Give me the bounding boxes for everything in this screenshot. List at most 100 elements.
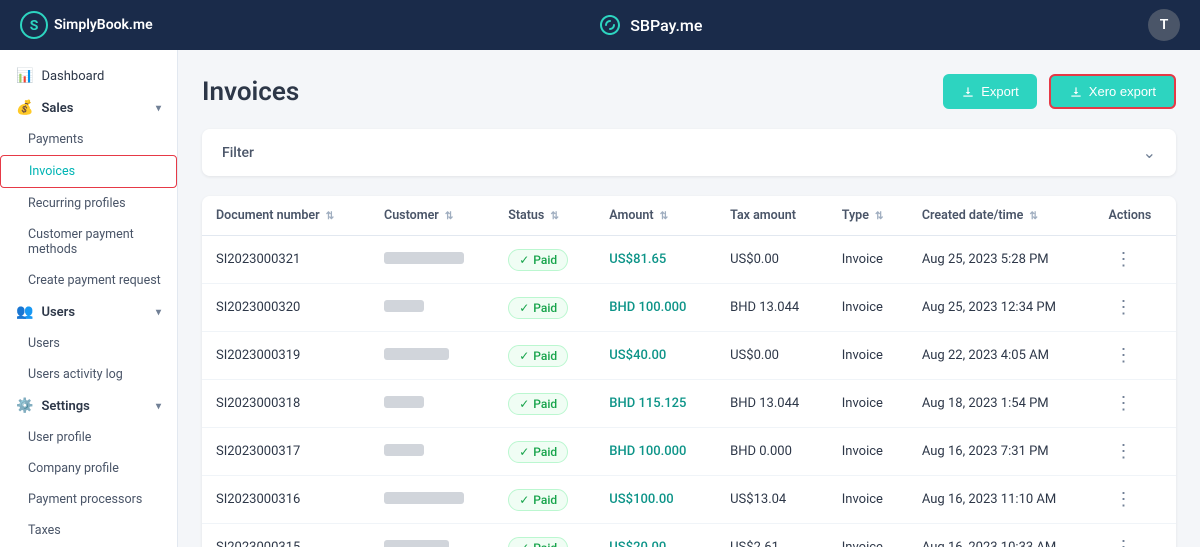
- col-type: Type ⇅: [828, 196, 908, 236]
- table-row: SI2023000316✓ PaidUS$100.00US$13.04Invoi…: [202, 476, 1176, 524]
- sidebar-label-create-payment: Create payment request: [28, 273, 161, 288]
- sidebar-item-payments[interactable]: Payments: [0, 124, 177, 155]
- cell-actions: ⋮: [1095, 428, 1176, 476]
- col-doc-num: Document number ⇅: [202, 196, 370, 236]
- sidebar-item-payment-processors[interactable]: Payment processors: [0, 484, 177, 515]
- center-brand: SBPay.me: [598, 13, 702, 37]
- table-header-row: Document number ⇅ Customer ⇅ Status ⇅ Am…: [202, 196, 1176, 236]
- cell-created: Aug 25, 2023 5:28 PM: [908, 236, 1095, 284]
- cell-created: Aug 16, 2023 7:31 PM: [908, 428, 1095, 476]
- cell-doc-num: SI2023000316: [202, 476, 370, 524]
- sort-icon-type[interactable]: ⇅: [875, 211, 883, 222]
- cell-created: Aug 18, 2023 1:54 PM: [908, 380, 1095, 428]
- sidebar-item-recurring[interactable]: Recurring profiles: [0, 188, 177, 219]
- table-row: SI2023000318✓ PaidBHD 115.125BHD 13.044I…: [202, 380, 1176, 428]
- sbpay-icon: [598, 13, 622, 37]
- row-actions-button[interactable]: ⋮: [1109, 439, 1139, 464]
- sidebar-label-users-activity: Users activity log: [28, 367, 123, 382]
- cell-doc-num: SI2023000317: [202, 428, 370, 476]
- user-avatar[interactable]: T: [1148, 9, 1180, 41]
- row-actions-button[interactable]: ⋮: [1109, 343, 1139, 368]
- cell-amount: US$20.00: [595, 524, 716, 547]
- row-actions-button[interactable]: ⋮: [1109, 535, 1139, 547]
- top-navigation: S SimplyBook.me SBPay.me T: [0, 0, 1200, 50]
- status-badge: ✓ Paid: [508, 345, 568, 367]
- cell-created: Aug 22, 2023 4:05 AM: [908, 332, 1095, 380]
- cell-amount: US$100.00: [595, 476, 716, 524]
- sidebar-label-payments: Payments: [28, 132, 83, 147]
- logo[interactable]: S SimplyBook.me: [20, 11, 153, 39]
- sidebar-item-users[interactable]: 👥 Users ▾: [0, 296, 177, 328]
- sort-icon-doc-num[interactable]: ⇅: [326, 211, 334, 222]
- logo-text: SimplyBook.me: [54, 17, 153, 33]
- check-icon: ✓: [519, 541, 529, 547]
- sort-icon-amount[interactable]: ⇅: [660, 211, 668, 222]
- cell-tax-amount: US$0.00: [716, 236, 828, 284]
- check-icon: ✓: [519, 493, 529, 507]
- sidebar-item-users-activity[interactable]: Users activity log: [0, 359, 177, 390]
- filter-label: Filter: [222, 145, 254, 161]
- row-actions-button[interactable]: ⋮: [1109, 391, 1139, 416]
- row-actions-button[interactable]: ⋮: [1109, 487, 1139, 512]
- xero-export-button[interactable]: Xero export: [1049, 74, 1176, 109]
- sidebar-item-create-payment[interactable]: Create payment request: [0, 265, 177, 296]
- sidebar-item-dashboard[interactable]: 📊 Dashboard: [0, 60, 177, 92]
- check-icon: ✓: [519, 397, 529, 411]
- col-status: Status ⇅: [494, 196, 595, 236]
- sidebar-item-company-profile[interactable]: Company profile: [0, 453, 177, 484]
- sidebar-label-recurring: Recurring profiles: [28, 196, 126, 211]
- cell-customer: [370, 332, 494, 380]
- sidebar-item-customer-payment[interactable]: Customer payment methods: [0, 219, 177, 265]
- settings-chevron-icon: ▾: [156, 401, 161, 412]
- sidebar-label-users-list: Users: [28, 336, 60, 351]
- users-icon: 👥: [16, 304, 33, 320]
- row-actions-button[interactable]: ⋮: [1109, 295, 1139, 320]
- sidebar-label-dashboard: Dashboard: [41, 69, 104, 84]
- sidebar-item-invoices[interactable]: Invoices: [0, 155, 177, 188]
- cell-amount: BHD 115.125: [595, 380, 716, 428]
- sidebar-label-sales: Sales: [41, 101, 73, 116]
- export-icon: [961, 85, 975, 99]
- brand-name: SBPay.me: [630, 16, 702, 35]
- header-actions: Export Xero export: [943, 74, 1176, 109]
- sidebar-label-payment-processors: Payment processors: [28, 492, 142, 507]
- filter-chevron-icon[interactable]: ⌄: [1143, 143, 1156, 162]
- settings-icon: ⚙️: [16, 398, 33, 414]
- sort-icon-created[interactable]: ⇅: [1030, 211, 1038, 222]
- col-amount: Amount ⇅: [595, 196, 716, 236]
- cell-actions: ⋮: [1095, 380, 1176, 428]
- sidebar-item-users-list[interactable]: Users: [0, 328, 177, 359]
- cell-tax-amount: US$13.04: [716, 476, 828, 524]
- status-badge: ✓ Paid: [508, 489, 568, 511]
- cell-actions: ⋮: [1095, 332, 1176, 380]
- main-content: Invoices Export Xero export: [178, 50, 1200, 547]
- cell-status: ✓ Paid: [494, 428, 595, 476]
- svg-text:S: S: [30, 18, 39, 34]
- cell-tax-amount: BHD 13.044: [716, 380, 828, 428]
- filter-bar[interactable]: Filter ⌄: [202, 129, 1176, 176]
- sidebar-item-sales[interactable]: 💰 Sales ▾: [0, 92, 177, 124]
- row-actions-button[interactable]: ⋮: [1109, 247, 1139, 272]
- cell-type: Invoice: [828, 428, 908, 476]
- check-icon: ✓: [519, 301, 529, 315]
- table-row: SI2023000317✓ PaidBHD 100.000BHD 0.000In…: [202, 428, 1176, 476]
- sidebar-item-taxes[interactable]: Taxes: [0, 515, 177, 546]
- cell-amount: BHD 100.000: [595, 428, 716, 476]
- cell-tax-amount: US$2.61: [716, 524, 828, 547]
- col-created: Created date/time ⇅: [908, 196, 1095, 236]
- page-header: Invoices Export Xero export: [202, 74, 1176, 109]
- cell-created: Aug 16, 2023 10:33 AM: [908, 524, 1095, 547]
- export-button[interactable]: Export: [943, 74, 1037, 109]
- sidebar-item-settings[interactable]: ⚙️ Settings ▾: [0, 390, 177, 422]
- table-row: SI2023000320✓ PaidBHD 100.000BHD 13.044I…: [202, 284, 1176, 332]
- cell-status: ✓ Paid: [494, 524, 595, 547]
- cell-status: ✓ Paid: [494, 380, 595, 428]
- sidebar-label-taxes: Taxes: [28, 523, 61, 538]
- status-badge: ✓ Paid: [508, 393, 568, 415]
- cell-doc-num: SI2023000315: [202, 524, 370, 547]
- sort-icon-customer[interactable]: ⇅: [445, 211, 453, 222]
- cell-type: Invoice: [828, 236, 908, 284]
- sidebar-item-user-profile[interactable]: User profile: [0, 422, 177, 453]
- sort-icon-status[interactable]: ⇅: [550, 211, 558, 222]
- cell-amount: US$81.65: [595, 236, 716, 284]
